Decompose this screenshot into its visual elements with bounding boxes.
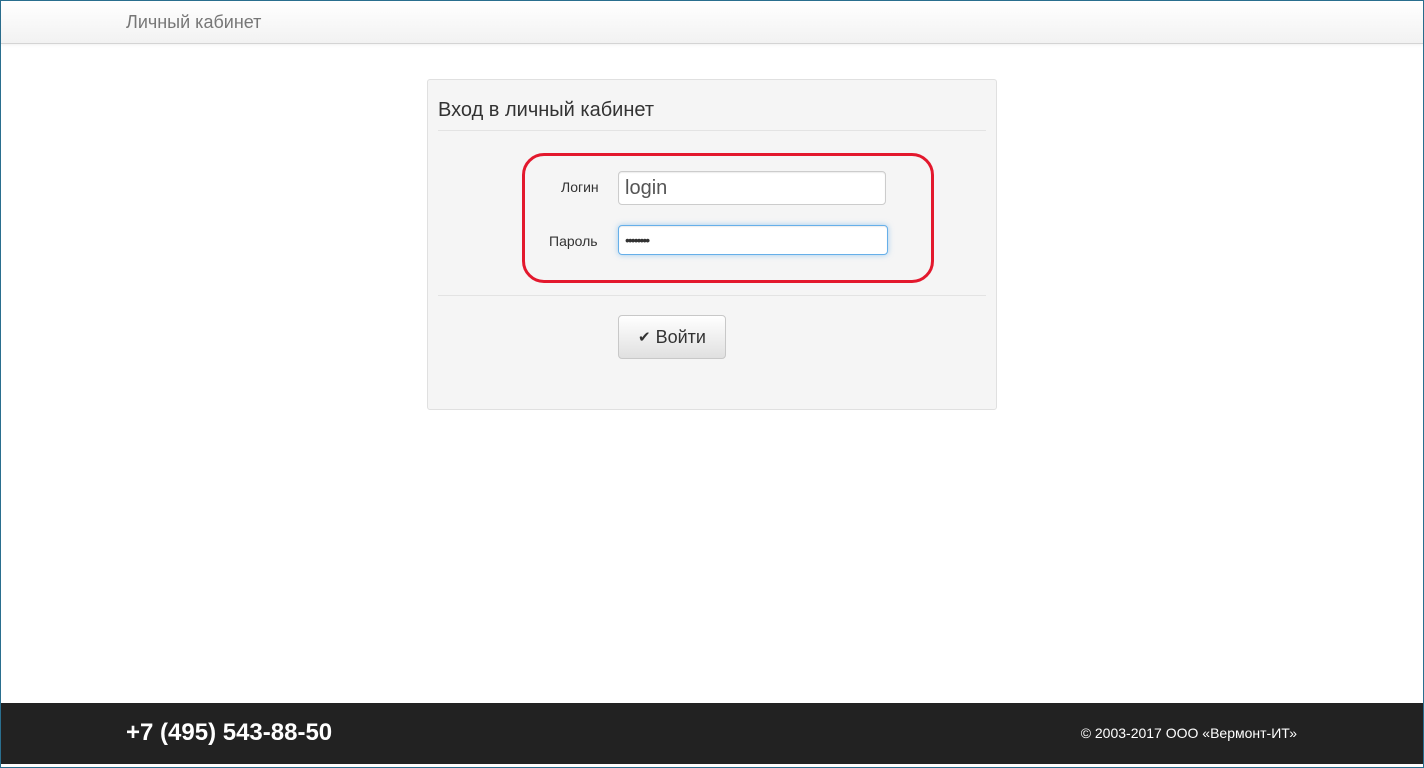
check-icon: ✔ <box>638 328 651 346</box>
top-navbar: Личный кабинет <box>1 1 1423 44</box>
password-label: Пароль <box>549 233 598 249</box>
login-panel-title: Вход в личный кабинет <box>438 99 654 121</box>
footer: +7 (495) 543-88-50 © 2003-2017 ООО «Верм… <box>1 703 1423 764</box>
browser-window: Личный кабинет Вход в личный кабинет Лог… <box>0 0 1424 768</box>
login-label: Логин <box>561 179 599 195</box>
login-submit-button[interactable]: ✔ Войти <box>618 315 726 359</box>
login-panel: Вход в личный кабинет Логин Пароль ✔ Вой… <box>427 79 997 410</box>
footer-phone: +7 (495) 543-88-50 <box>126 719 333 746</box>
footer-copyright: © 2003-2017 ООО «Вермонт-ИТ» <box>1080 725 1297 741</box>
login-input[interactable] <box>618 171 886 205</box>
login-submit-label: Войти <box>655 326 706 347</box>
panel-divider-bottom <box>438 295 986 296</box>
brand-link[interactable]: Личный кабинет <box>126 12 261 33</box>
panel-divider-top <box>438 130 986 131</box>
password-input[interactable] <box>618 225 888 255</box>
